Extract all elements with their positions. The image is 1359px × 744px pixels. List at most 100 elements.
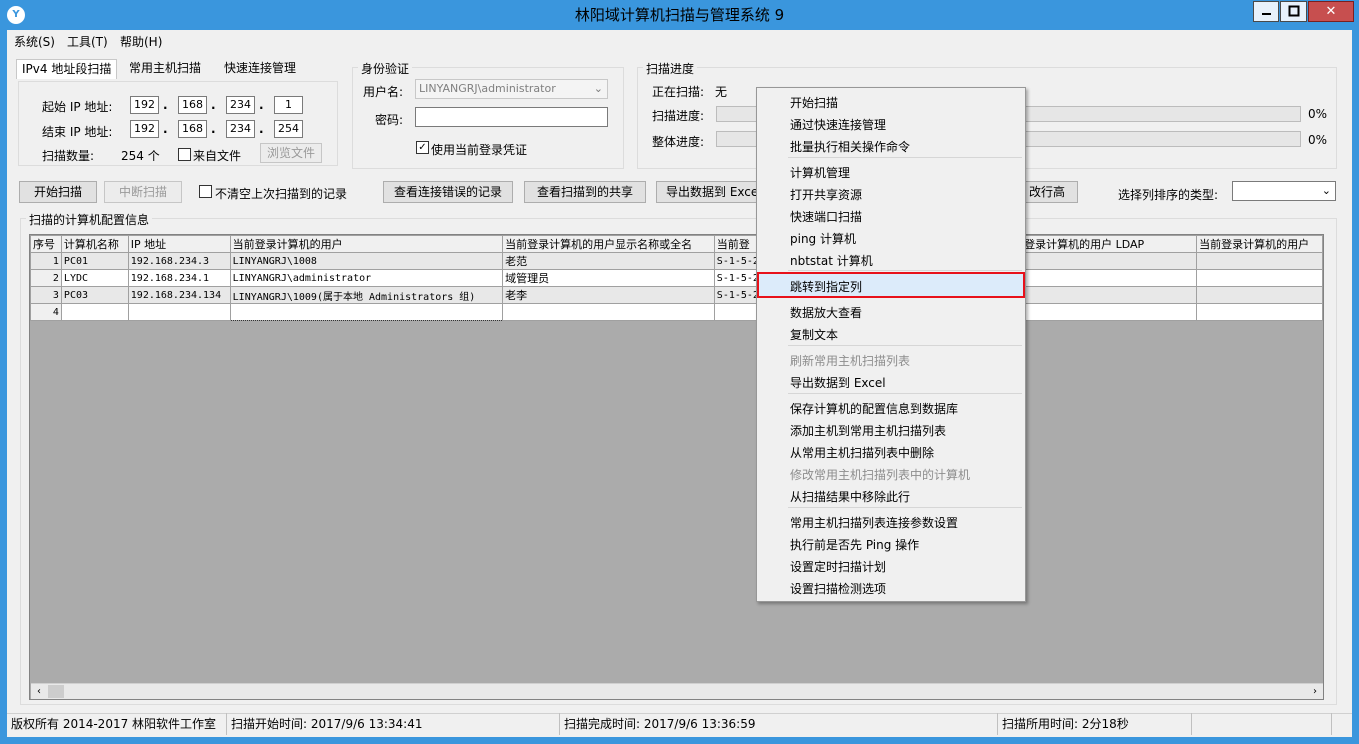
column-header[interactable]: 当前登 xyxy=(713,235,762,253)
scroll-thumb[interactable] xyxy=(48,685,64,698)
scanning-label: 正在扫描: xyxy=(652,85,705,99)
stop-scan-button[interactable]: 中断扫描 xyxy=(104,181,182,203)
status-start-time: 扫描开始时间: 2017/9/6 13:34:41 xyxy=(227,713,560,735)
username-combobox[interactable]: LINYANGRJ\administrator ⌄ xyxy=(415,79,608,99)
ctx-nbtstat[interactable]: nbtstat 计算机 xyxy=(790,252,873,269)
table-cell: 2 xyxy=(30,269,62,287)
scroll-left-icon[interactable]: ‹ xyxy=(31,684,47,699)
column-header[interactable]: IP 地址 xyxy=(127,235,231,253)
table-cell xyxy=(713,303,762,321)
tab-quick-connect[interactable]: 快速连接管理 xyxy=(219,59,301,79)
column-header[interactable]: 当前登录计算机的用户 xyxy=(1196,235,1323,253)
password-label: 密码: xyxy=(375,113,404,127)
scanning-value: 无 xyxy=(715,85,728,99)
ctx-refresh-hosts[interactable]: 刷新常用主机扫描列表 xyxy=(790,352,910,369)
from-file-label: 来自文件 xyxy=(193,149,242,163)
column-header[interactable]: 登录计算机的用户 LDAP xyxy=(1021,235,1198,253)
ctx-save-to-db[interactable]: 保存计算机的配置信息到数据库 xyxy=(790,400,958,417)
start-ip-octet-2[interactable]: 168 xyxy=(178,96,207,114)
minimize-icon xyxy=(1262,13,1271,15)
table-cell: LINYANGRJ\1009(属于本地 Administrators 组) xyxy=(229,286,504,304)
menu-tools[interactable]: 工具(T) xyxy=(67,33,108,50)
table-cell xyxy=(1196,252,1323,270)
export-excel-button[interactable]: 导出数据到 Excel xyxy=(656,181,766,203)
close-icon: ✕ xyxy=(1325,4,1337,19)
ctx-open-shares[interactable]: 打开共享资源 xyxy=(790,186,862,203)
sort-type-select[interactable]: ⌄ xyxy=(1232,181,1336,201)
ctx-port-scan[interactable]: 快速端口扫描 xyxy=(790,208,862,225)
status-elapsed: 扫描所用时间: 2分18秒 xyxy=(998,713,1192,735)
sort-type-label: 选择列排序的类型: xyxy=(1118,188,1219,202)
start-scan-button[interactable]: 开始扫描 xyxy=(19,181,97,203)
end-ip-octet-3[interactable]: 234 xyxy=(226,120,255,138)
start-ip-octet-4[interactable]: 1 xyxy=(274,96,303,114)
ctx-remove-row[interactable]: 从扫描结果中移除此行 xyxy=(790,488,910,505)
minimize-button[interactable] xyxy=(1253,1,1279,22)
table-row[interactable]: 3 PC03 192.168.234.134 LINYANGRJ\1009(属于… xyxy=(30,286,1323,304)
column-header[interactable]: 当前登录计算机的用户显示名称或全名 xyxy=(502,235,715,253)
auth-group-title: 身份验证 xyxy=(358,60,413,77)
column-header[interactable]: 当前登录计算机的用户 xyxy=(229,235,504,253)
table-cell xyxy=(1196,303,1323,321)
table-cell xyxy=(1196,269,1323,287)
ctx-separator xyxy=(788,270,1022,271)
start-ip-octet-1[interactable]: 192 xyxy=(130,96,159,114)
ctx-edit-host[interactable]: 修改常用主机扫描列表中的计算机 xyxy=(790,466,970,483)
ctx-ping-first[interactable]: 执行前是否先 Ping 操作 xyxy=(790,536,919,553)
username-value: LINYANGRJ\administrator xyxy=(419,82,556,95)
end-ip-label: 结束 IP 地址: xyxy=(42,125,113,139)
tab-common-hosts[interactable]: 常用主机扫描 xyxy=(124,59,206,79)
ctx-export-excel[interactable]: 导出数据到 Excel xyxy=(790,374,886,391)
ctx-jump-to-column[interactable]: 跳转到指定列 xyxy=(790,278,862,295)
view-errors-button[interactable]: 查看连接错误的记录 xyxy=(383,181,513,203)
scan-count-value: 254 个 xyxy=(121,149,160,163)
table-cell: S-1-5-2 xyxy=(713,252,762,270)
ctx-batch-commands[interactable]: 批量执行相关操作命令 xyxy=(790,138,910,155)
grid-section-title: 扫描的计算机配置信息 xyxy=(26,211,153,228)
tab-ipv4-scan[interactable]: IPv4 地址段扫描 xyxy=(16,59,118,79)
start-ip-octet-3[interactable]: 234 xyxy=(226,96,255,114)
ctx-add-to-hosts[interactable]: 添加主机到常用主机扫描列表 xyxy=(790,422,946,439)
ctx-scan-options[interactable]: 设置扫描检测选项 xyxy=(790,580,886,597)
ctx-remove-from-hosts[interactable]: 从常用主机扫描列表中删除 xyxy=(790,444,934,461)
column-header[interactable]: 计算机名称 xyxy=(60,235,129,253)
start-ip-label: 起始 IP 地址: xyxy=(42,100,113,114)
browse-file-button[interactable]: 浏览文件 xyxy=(260,143,322,163)
results-grid[interactable]: 序号 计算机名称 IP 地址 当前登录计算机的用户 当前登录计算机的用户显示名称… xyxy=(29,234,1324,700)
ctx-ping[interactable]: ping 计算机 xyxy=(790,230,856,247)
end-ip-octet-1[interactable]: 192 xyxy=(130,120,159,138)
close-button[interactable]: ✕ xyxy=(1308,1,1354,22)
ctx-zoom-data[interactable]: 数据放大查看 xyxy=(790,304,862,321)
table-cell: LINYANGRJ\administrator xyxy=(229,269,504,287)
table-cell: 192.168.234.3 xyxy=(127,252,231,270)
table-row[interactable]: 1 PC01 192.168.234.3 LINYANGRJ\1008 老范 S… xyxy=(30,252,1323,270)
keep-last-records-checkbox[interactable] xyxy=(199,185,212,198)
password-field[interactable] xyxy=(415,107,608,127)
maximize-button[interactable] xyxy=(1280,1,1307,22)
menu-help[interactable]: 帮助(H) xyxy=(120,33,162,50)
end-ip-octet-4[interactable]: 254 xyxy=(274,120,303,138)
view-shares-button[interactable]: 查看扫描到的共享 xyxy=(524,181,646,203)
ctx-quick-connect[interactable]: 通过快速连接管理 xyxy=(790,116,886,133)
scroll-right-icon[interactable]: › xyxy=(1307,684,1323,699)
table-cell: PC01 xyxy=(60,252,129,270)
ctx-start-scan[interactable]: 开始扫描 xyxy=(790,94,838,111)
ctx-schedule-scan[interactable]: 设置定时扫描计划 xyxy=(790,558,886,575)
scan-progress-label: 扫描进度: xyxy=(652,109,705,123)
column-header[interactable]: 序号 xyxy=(30,235,62,253)
end-ip-octet-2[interactable]: 168 xyxy=(178,120,207,138)
ctx-computer-management[interactable]: 计算机管理 xyxy=(790,164,850,181)
horizontal-scrollbar[interactable]: ‹ › xyxy=(31,683,1323,699)
menu-system[interactable]: 系统(S) xyxy=(14,33,55,50)
table-row[interactable]: 4 xyxy=(30,303,1323,321)
from-file-checkbox[interactable] xyxy=(178,148,191,161)
status-end-time: 扫描完成时间: 2017/9/6 13:36:59 xyxy=(560,713,998,735)
ctx-copy-text[interactable]: 复制文本 xyxy=(790,326,838,343)
use-current-credentials-checkbox[interactable]: ✓ xyxy=(416,141,429,154)
ctx-connection-params[interactable]: 常用主机扫描列表连接参数设置 xyxy=(790,514,958,531)
ip-dot: . xyxy=(211,98,216,112)
table-row[interactable]: 2 LYDC 192.168.234.1 LINYANGRJ\administr… xyxy=(30,269,1323,287)
table-cell xyxy=(1021,269,1198,287)
ip-dot: . xyxy=(259,122,264,136)
ip-dot: . xyxy=(259,98,264,112)
